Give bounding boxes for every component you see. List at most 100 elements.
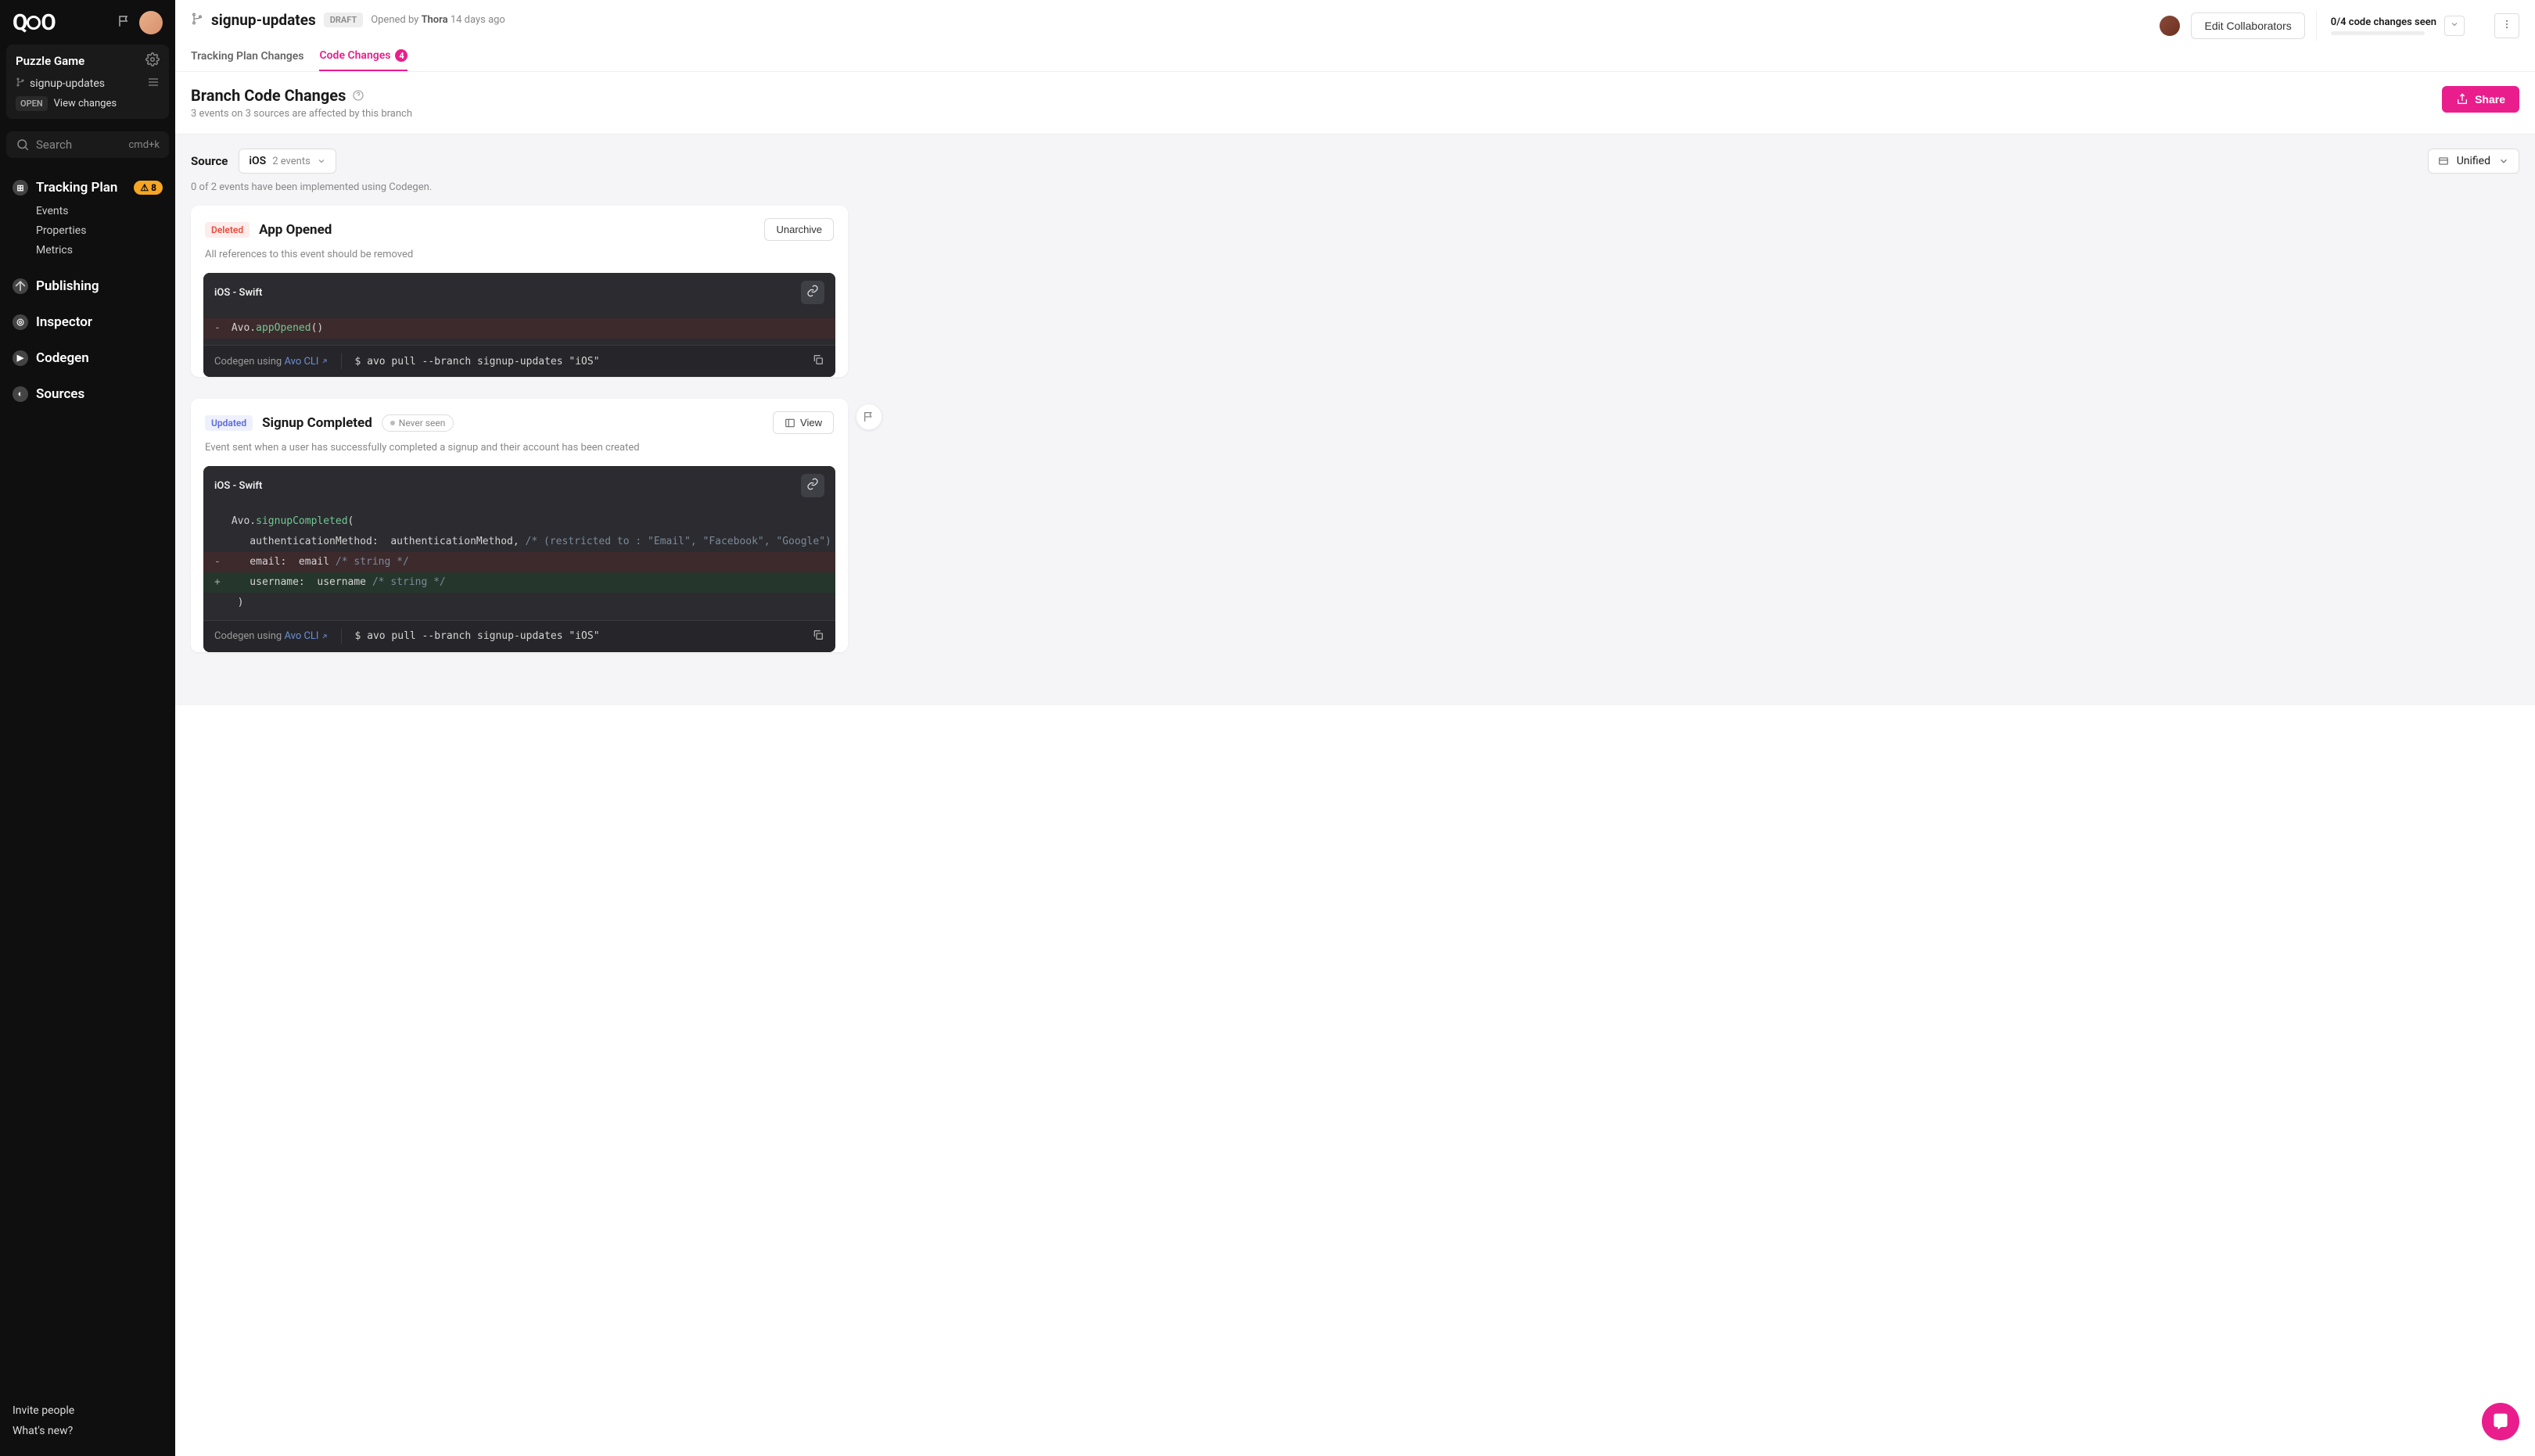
nav-label: Tracking Plan <box>36 180 117 195</box>
nav-label: Sources <box>36 386 84 402</box>
codegen-using-label: Codegen using Avo CLI <box>214 356 329 368</box>
chevron-down-icon <box>317 156 326 166</box>
expand-seen-button[interactable] <box>2444 16 2465 36</box>
panel-icon <box>785 418 795 429</box>
copy-button[interactable] <box>812 629 824 644</box>
page-title: Branch Code Changes <box>191 86 412 105</box>
codegen-command: $ avo pull --branch signup-updates "iOS" <box>354 356 799 368</box>
event-status-chip: Deleted <box>205 222 250 238</box>
tab-code-changes[interactable]: Code Changes 4 <box>319 43 408 71</box>
codegen-using-label: Codegen using Avo CLI <box>214 630 329 642</box>
tracking-plan-icon: ⊞ <box>13 180 28 195</box>
intercom-launcher[interactable] <box>2482 1403 2519 1440</box>
nav-publishing[interactable]: Publishing <box>8 272 167 300</box>
opened-by: Opened by Thora 14 days ago <box>371 14 505 26</box>
code-line: + username: username /* string */ <box>203 572 835 593</box>
search-shortcut: cmd+k <box>128 139 160 151</box>
sources-icon: ◐ <box>13 386 28 402</box>
view-mode-label: Unified <box>2457 155 2490 167</box>
nav-codegen[interactable]: ▶ Codegen <box>8 344 167 372</box>
comment-bubble[interactable] <box>856 403 882 430</box>
nav-label: Codegen <box>36 350 89 366</box>
code-line: Avo.signupCompleted( <box>203 511 835 532</box>
nav-tracking-plan[interactable]: ⊞ Tracking Plan ⚠ 8 <box>8 174 167 202</box>
unarchive-button[interactable]: Unarchive <box>764 218 834 241</box>
event-description: All references to this event should be r… <box>191 249 848 273</box>
workspace-card: Puzzle Game signup-updates OPEN View cha… <box>6 45 169 119</box>
page-subtitle: 3 events on 3 sources are affected by th… <box>191 108 412 120</box>
gear-icon[interactable] <box>145 52 160 70</box>
help-icon[interactable] <box>352 89 364 102</box>
nav-label: Inspector <box>36 314 92 330</box>
branch-title: signup-updates <box>211 11 316 29</box>
user-avatar[interactable] <box>139 11 163 34</box>
edit-collaborators-button[interactable]: Edit Collaborators <box>2191 13 2304 39</box>
search-placeholder: Search <box>36 138 122 152</box>
branch-icon <box>191 13 203 28</box>
never-seen-chip: Never seen <box>382 414 454 432</box>
workspace-name[interactable]: Puzzle Game <box>16 54 84 68</box>
publishing-icon <box>13 278 28 294</box>
flag-icon[interactable] <box>117 14 131 31</box>
chevron-down-icon <box>2498 156 2509 167</box>
layout-icon <box>2438 156 2449 167</box>
source-select[interactable]: iOS 2 events <box>239 149 336 174</box>
link-button[interactable] <box>801 281 824 304</box>
code-changes-seen: 0/4 code changes seen <box>2316 11 2479 41</box>
nav-events[interactable]: Events <box>8 202 167 221</box>
nav-metrics[interactable]: Metrics <box>8 241 167 260</box>
nav-properties[interactable]: Properties <box>8 221 167 241</box>
source-label: Source <box>191 154 228 168</box>
link-button[interactable] <box>801 474 824 497</box>
main-nav: ⊞ Tracking Plan ⚠ 8 Events Properties Me… <box>0 164 175 418</box>
nav-sources[interactable]: ◐ Sources <box>8 380 167 408</box>
diff-view-select[interactable]: Unified <box>2428 149 2519 174</box>
event-card: Updated Signup Completed Never seen View E… <box>191 399 848 651</box>
code-language: iOS - Swift <box>214 480 262 492</box>
topbar: signup-updates DRAFT Opened by Thora 14 … <box>175 0 2535 72</box>
nav-label: Publishing <box>36 278 99 294</box>
event-name: Signup Completed <box>262 415 372 431</box>
search-input[interactable]: Search cmd+k <box>6 131 169 158</box>
tab-badge: 4 <box>395 49 408 62</box>
view-button[interactable]: View <box>773 411 834 434</box>
invite-people-link[interactable]: Invite people <box>13 1400 163 1422</box>
avo-cli-link[interactable]: Avo CLI <box>284 356 329 368</box>
seen-progress <box>2331 31 2425 35</box>
tab-tracking-plan-changes[interactable]: Tracking Plan Changes <box>191 43 303 71</box>
code-line: - Avo.appOpened() <box>203 318 835 339</box>
logo[interactable]: QO <box>13 9 56 35</box>
copy-button[interactable] <box>812 353 824 369</box>
branch-name[interactable]: signup-updates <box>30 77 105 90</box>
branch-icon <box>16 77 25 90</box>
collaborator-avatar[interactable] <box>2160 16 2180 36</box>
share-label: Share <box>2475 93 2505 106</box>
branch-status-chip: OPEN <box>16 96 48 111</box>
more-menu-button[interactable] <box>2494 13 2519 38</box>
event-card: Deleted App Opened UnarchiveAll referenc… <box>191 206 848 377</box>
code-line: authenticationMethod: authenticationMeth… <box>203 532 835 552</box>
code-line: ) <box>203 593 835 613</box>
event-status-chip: Updated <box>205 415 253 431</box>
implementation-note: 0 of 2 events have been implemented usin… <box>175 181 2535 206</box>
codegen-icon: ▶ <box>13 350 28 366</box>
main-content: signup-updates DRAFT Opened by Thora 14 … <box>175 0 2535 1456</box>
whats-new-link[interactable]: What's new? <box>13 1421 163 1442</box>
code-language: iOS - Swift <box>214 287 262 299</box>
warning-badge: ⚠ 8 <box>134 181 163 195</box>
source-platform: iOS <box>249 155 266 167</box>
seen-label: 0/4 code changes seen <box>2331 16 2436 28</box>
code-block: iOS - Swift Avo.signupCompleted( authent… <box>203 466 835 651</box>
code-line: - email: email /* string */ <box>203 552 835 572</box>
inspector-icon: ◎ <box>13 314 28 330</box>
search-icon <box>16 138 30 152</box>
avo-cli-link[interactable]: Avo CLI <box>284 630 329 642</box>
share-button[interactable]: Share <box>2442 86 2519 113</box>
event-description: Event sent when a user has successfully … <box>191 442 848 466</box>
source-count: 2 events <box>272 156 311 167</box>
nav-inspector[interactable]: ◎ Inspector <box>8 308 167 336</box>
code-block: iOS - Swift - Avo.appOpened() Codegen us… <box>203 273 835 377</box>
tab-label: Code Changes <box>319 49 390 62</box>
hamburger-icon[interactable] <box>147 76 160 91</box>
view-changes-link[interactable]: View changes <box>54 98 117 109</box>
